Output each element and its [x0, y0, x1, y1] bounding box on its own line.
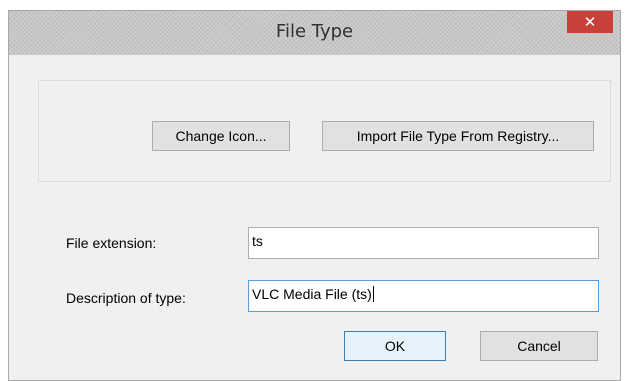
file-extension-label: File extension:	[66, 235, 157, 251]
icon-group-box: Change Icon... Import File Type From Reg…	[38, 80, 611, 182]
file-extension-input[interactable]: ts	[248, 227, 599, 259]
change-icon-button[interactable]: Change Icon...	[152, 121, 290, 151]
import-file-type-button[interactable]: Import File Type From Registry...	[322, 121, 594, 151]
ok-button[interactable]: OK	[344, 331, 446, 361]
file-extension-value: ts	[252, 233, 263, 249]
text-caret	[372, 286, 374, 302]
description-value: VLC Media File (ts)	[252, 286, 372, 302]
title-bar[interactable]: File Type ✕	[9, 11, 620, 55]
file-type-dialog: File Type ✕ Change Icon... Import File T…	[8, 10, 621, 381]
dialog-title: File Type	[275, 21, 354, 42]
close-button[interactable]: ✕	[567, 11, 613, 33]
description-label: Description of type:	[66, 290, 186, 306]
close-icon: ✕	[583, 13, 597, 31]
description-input[interactable]: VLC Media File (ts)	[248, 280, 599, 312]
cancel-button[interactable]: Cancel	[480, 331, 598, 361]
